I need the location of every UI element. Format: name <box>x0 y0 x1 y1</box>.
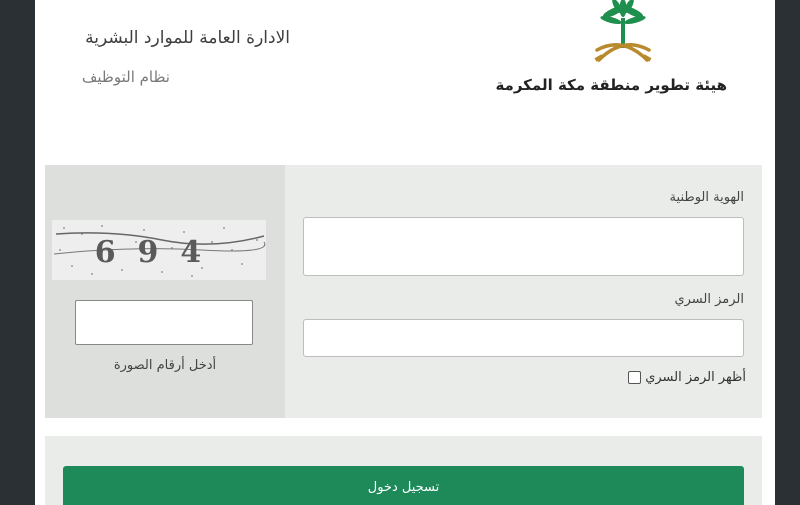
captcha-image: 694 <box>52 220 266 280</box>
national-id-input[interactable] <box>303 217 744 276</box>
password-input[interactable] <box>303 319 744 357</box>
captcha-section: 694 أدخل أرقام الصورة <box>45 165 285 418</box>
national-id-label: الهوية الوطنية <box>669 190 744 205</box>
login-card: الادارة العامة للموارد البشرية نظام التو… <box>35 0 775 505</box>
login-panel: 694 أدخل أرقام الصورة الهوية الوطنية الر… <box>45 165 762 418</box>
org-logo: هيئة تطوير منطقة مكة المكرمة <box>495 0 765 110</box>
org-name: هيئة تطوير منطقة مكة المكرمة <box>495 76 727 94</box>
show-password-row[interactable]: أظهر الرمز السري <box>628 370 746 385</box>
page-title: الادارة العامة للموارد البشرية <box>85 28 290 48</box>
password-label: الرمز السري <box>674 292 744 307</box>
show-password-checkbox[interactable] <box>628 371 642 384</box>
palm-swords-emblem-icon <box>594 0 652 62</box>
captcha-label: أدخل أرقام الصورة <box>113 358 217 373</box>
captcha-input[interactable] <box>75 300 253 345</box>
login-button-area: تسجيل دخول <box>45 436 762 505</box>
login-button[interactable]: تسجيل دخول <box>63 466 744 505</box>
page-subtitle: نظام التوظيف <box>81 68 170 86</box>
show-password-label: أظهر الرمز السري <box>645 370 746 385</box>
captcha-digits: 694 <box>95 235 224 270</box>
